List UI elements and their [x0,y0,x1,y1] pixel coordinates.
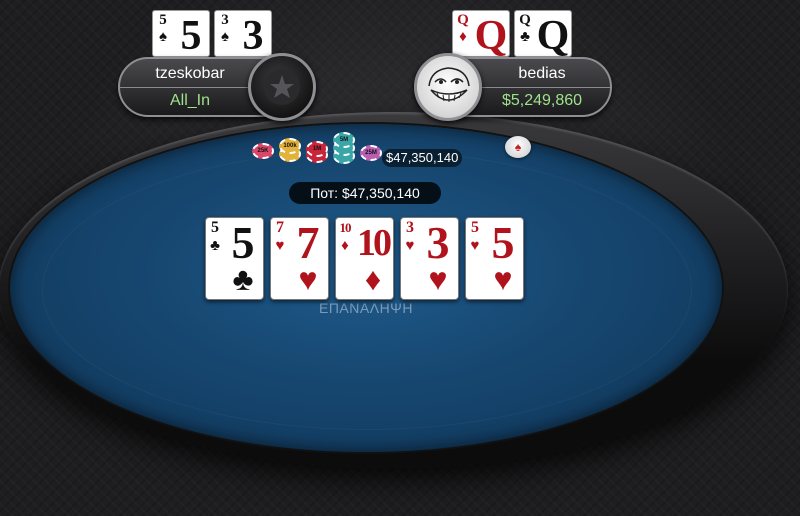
board-card-1: 5 ♣ 5 ♣ [205,217,264,300]
right-player-avatar[interactable] [414,53,482,121]
left-player-name: tzeskobar [155,65,225,82]
board-card-4: 3 ♥ 3 ♥ [400,217,459,300]
card-rank: 5 [471,219,479,236]
right-player-stack: $5,249,860 [501,92,583,109]
board-card-3: 10 ♦ 10 ♦ [335,217,394,300]
card-suit-icon: ♣ [520,28,530,45]
left-hole-card-1: 5 ♠ 5 [152,10,210,57]
card-rank-large: 3 [242,13,264,57]
card-suit-large-icon: ♥ [493,261,513,297]
dealer-button-spade-icon: ♠ [505,136,531,158]
card-suit-large-icon: ♣ [232,261,254,297]
card-rank: Q [519,12,531,28]
card-rank: Q [457,12,469,28]
chip-5m-icon: 5M [333,132,355,148]
card-rank: 10 [339,220,352,235]
card-suit-icon: ♦ [341,237,349,254]
card-rank: 5 [211,219,219,236]
bet-amount: $47,350,140 [382,149,463,167]
card-rank-large: Q [536,13,570,57]
pot-label: Пот: [310,185,339,201]
card-rank: 3 [221,12,229,28]
pot-display: Пот: $47,350,140 [289,182,441,204]
card-rank-large: Q [474,13,508,57]
board-card-2: 7 ♥ 7 ♥ [270,217,329,300]
replay-label: ΕΠΑΝΑΛΗΨΗ [318,300,413,316]
card-suit-icon: ♥ [470,237,480,254]
chip-100k-icon: 100k [279,138,301,154]
card-rank: 5 [159,12,167,28]
card-rank: 3 [406,219,414,236]
card-suit-icon: ♥ [275,237,285,254]
card-suit-large-icon: ♥ [428,261,448,297]
left-player-stack: All_In [169,92,211,109]
card-suit-large-icon: ♥ [298,261,318,297]
card-suit-icon: ♥ [405,237,415,254]
right-hole-card-1: Q ♦ Q [452,10,510,57]
board-card-5: 5 ♥ 5 ♥ [465,217,524,300]
right-player-name: bedias [518,65,566,82]
left-hole-card-2: 3 ♠ 3 [214,10,272,57]
default-avatar-star-icon [264,69,300,105]
trollface-icon [428,67,470,102]
left-player-avatar[interactable] [248,53,316,121]
card-suit-icon: ♣ [210,237,220,254]
card-suit-icon: ♠ [159,28,167,45]
card-suit-icon: ♠ [221,28,229,45]
right-hole-card-2: Q ♣ Q [514,10,572,57]
pot-amount: $47,350,140 [341,185,420,201]
card-suit-icon: ♦ [459,28,467,45]
chip-1m-icon: 1M [306,141,328,157]
card-rank: 7 [276,219,284,236]
chip-25k-icon: 25K [252,143,274,159]
chip-25m-icon: 25M [360,145,382,161]
card-suit-large-icon: ♦ [364,261,382,297]
card-rank-large: 5 [180,13,202,57]
